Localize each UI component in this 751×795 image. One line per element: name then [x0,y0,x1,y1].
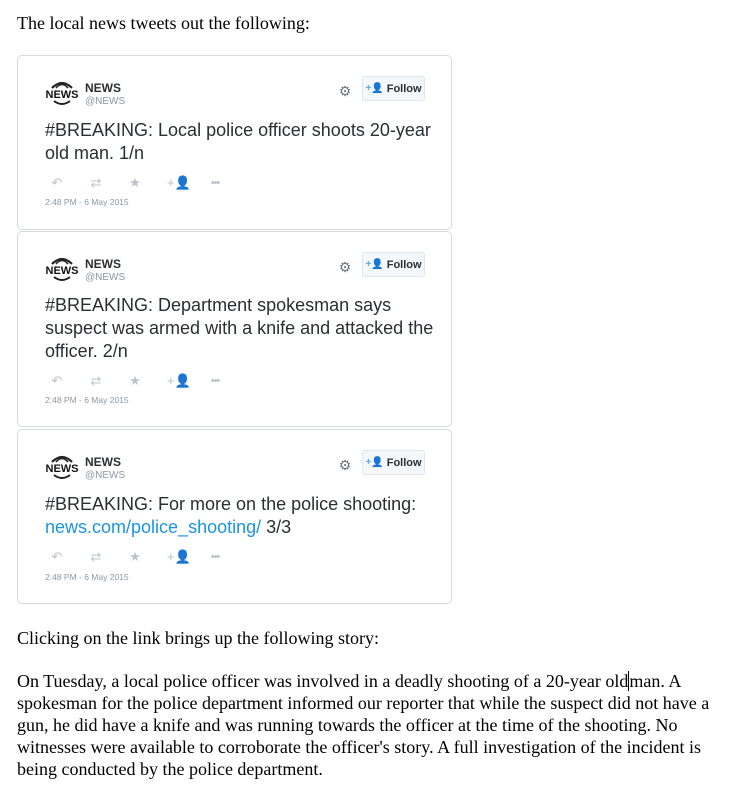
news-logo-icon[interactable]: NEWS [45,80,79,106]
tweet-text-prefix: #BREAKING: For more on the police shooti… [45,494,417,514]
add-user-icon[interactable]: +👤 [167,550,191,564]
tweet-text: #BREAKING: Local police officer shoots 2… [45,120,431,163]
tweet-timestamp[interactable]: 2:48 PM - 6 May 2015 [45,395,129,405]
tweet-text: #BREAKING: For more on the police shooti… [45,493,435,539]
follow-label: Follow [386,258,422,271]
tweet-author[interactable]: NEWS @NEWS [85,81,125,108]
story-link[interactable]: news.com/police_shooting/ [45,517,261,537]
author-name: NEWS [85,455,121,469]
after-text: Clicking on the link brings up the follo… [17,628,379,648]
svg-text:NEWS: NEWS [46,89,79,101]
star-icon[interactable]: ★ [127,374,143,388]
tweet-author[interactable]: NEWS @NEWS [85,257,125,284]
author-handle: @NEWS [85,272,126,283]
follow-button[interactable]: +👤 Follow [362,76,425,101]
author-name: NEWS [85,81,121,95]
tweet-author[interactable]: NEWS @NEWS [85,455,125,482]
follow-button[interactable]: +👤 Follow [362,450,425,475]
reply-icon[interactable]: ↶ [49,550,65,564]
more-dots-icon[interactable]: ••• [207,176,223,190]
follow-label: Follow [386,456,422,469]
star-icon[interactable]: ★ [127,176,143,190]
tweet-card: NEWS NEWS @NEWS ⚙ +👤 Follow #BREAKING: D… [17,231,452,427]
add-user-icon: +👤 [365,259,384,270]
story-part-1: On Tuesday, a local police officer was i… [17,671,629,691]
gear-icon[interactable]: ⚙ [338,458,352,472]
news-logo-icon[interactable]: NEWS [45,454,79,480]
svg-text:NEWS: NEWS [46,463,79,475]
tweet-timestamp[interactable]: 2:48 PM - 6 May 2015 [45,197,129,207]
add-user-icon[interactable]: +👤 [167,176,191,190]
add-user-icon[interactable]: +👤 [167,374,191,388]
add-user-icon: +👤 [365,457,384,468]
add-user-icon: +👤 [365,83,384,94]
author-name: NEWS [85,257,121,271]
tweet-timestamp[interactable]: 2:48 PM - 6 May 2015 [45,572,129,582]
gear-icon[interactable]: ⚙ [338,260,352,274]
gear-icon[interactable]: ⚙ [338,84,352,98]
tweet-text: #BREAKING: Department spokesman says sus… [45,295,434,361]
author-handle: @NEWS [85,96,126,107]
story-text: On Tuesday, a local police officer was i… [17,670,742,780]
tweet-card: NEWS NEWS @NEWS ⚙ +👤 Follow #BREAKING: L… [17,55,452,230]
reply-icon[interactable]: ↶ [49,374,65,388]
follow-label: Follow [386,82,422,95]
follow-button[interactable]: +👤 Follow [362,252,425,277]
star-icon[interactable]: ★ [127,550,143,564]
intro-text: The local news tweets out the following: [17,13,310,33]
more-dots-icon[interactable]: ••• [207,550,223,564]
author-handle: @NEWS [85,470,126,481]
retweet-icon[interactable]: ⇄ [88,374,104,388]
reply-icon[interactable]: ↶ [49,176,65,190]
svg-text:NEWS: NEWS [46,265,79,277]
retweet-icon[interactable]: ⇄ [88,176,104,190]
retweet-icon[interactable]: ⇄ [88,550,104,564]
more-dots-icon[interactable]: ••• [207,374,223,388]
tweet-text-suffix: 3/3 [261,517,292,537]
tweet-card: NEWS NEWS @NEWS ⚙ +👤 Follow #BREAKING: F… [17,429,452,604]
news-logo-icon[interactable]: NEWS [45,256,79,282]
